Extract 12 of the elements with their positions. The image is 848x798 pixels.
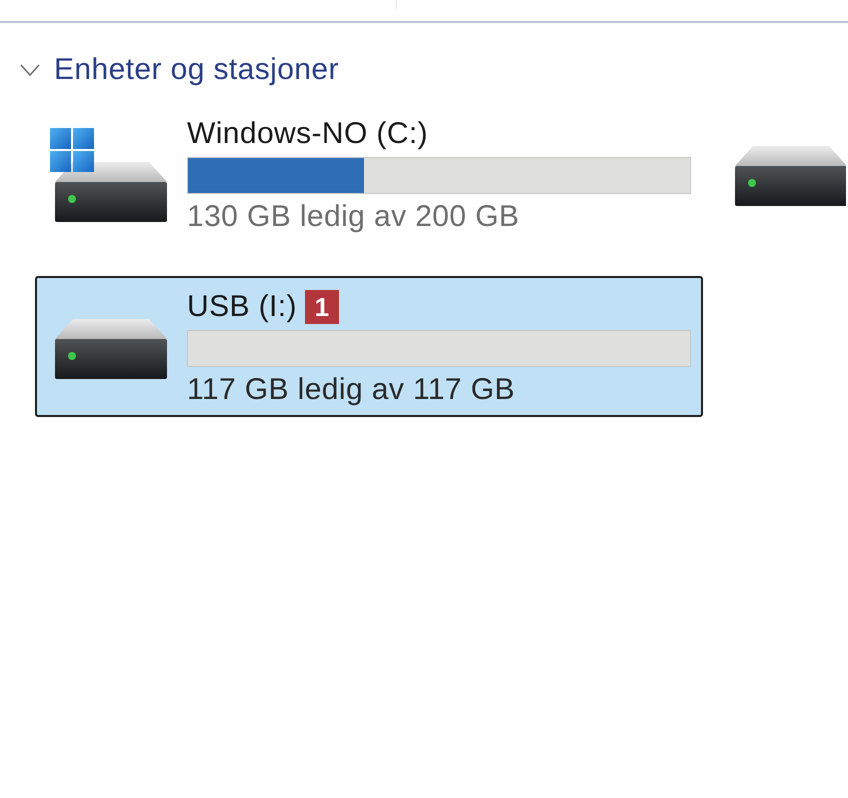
drive-icon: [735, 146, 846, 206]
drive-item[interactable]: USB (I:) 1 117 GB ledig av 117 GB: [35, 276, 703, 417]
drive-name: Windows-NO (C:): [187, 117, 428, 151]
chevron-icon[interactable]: [20, 64, 40, 76]
number-badge: 1: [304, 290, 339, 324]
drive-name: USB (I:): [187, 290, 297, 324]
free-space-text: 130 GB ledig av 200 GB: [187, 200, 520, 234]
section-title[interactable]: Enheter og stasjoner: [54, 53, 339, 87]
drive-icon: [55, 318, 167, 378]
system-drive-icon: [50, 128, 167, 222]
drive-item[interactable]: Windows-NO (C:) 130 GB ledig av 200 GB: [35, 103, 703, 244]
free-space-text: 117 GB ledig av 117 GB: [187, 373, 515, 407]
